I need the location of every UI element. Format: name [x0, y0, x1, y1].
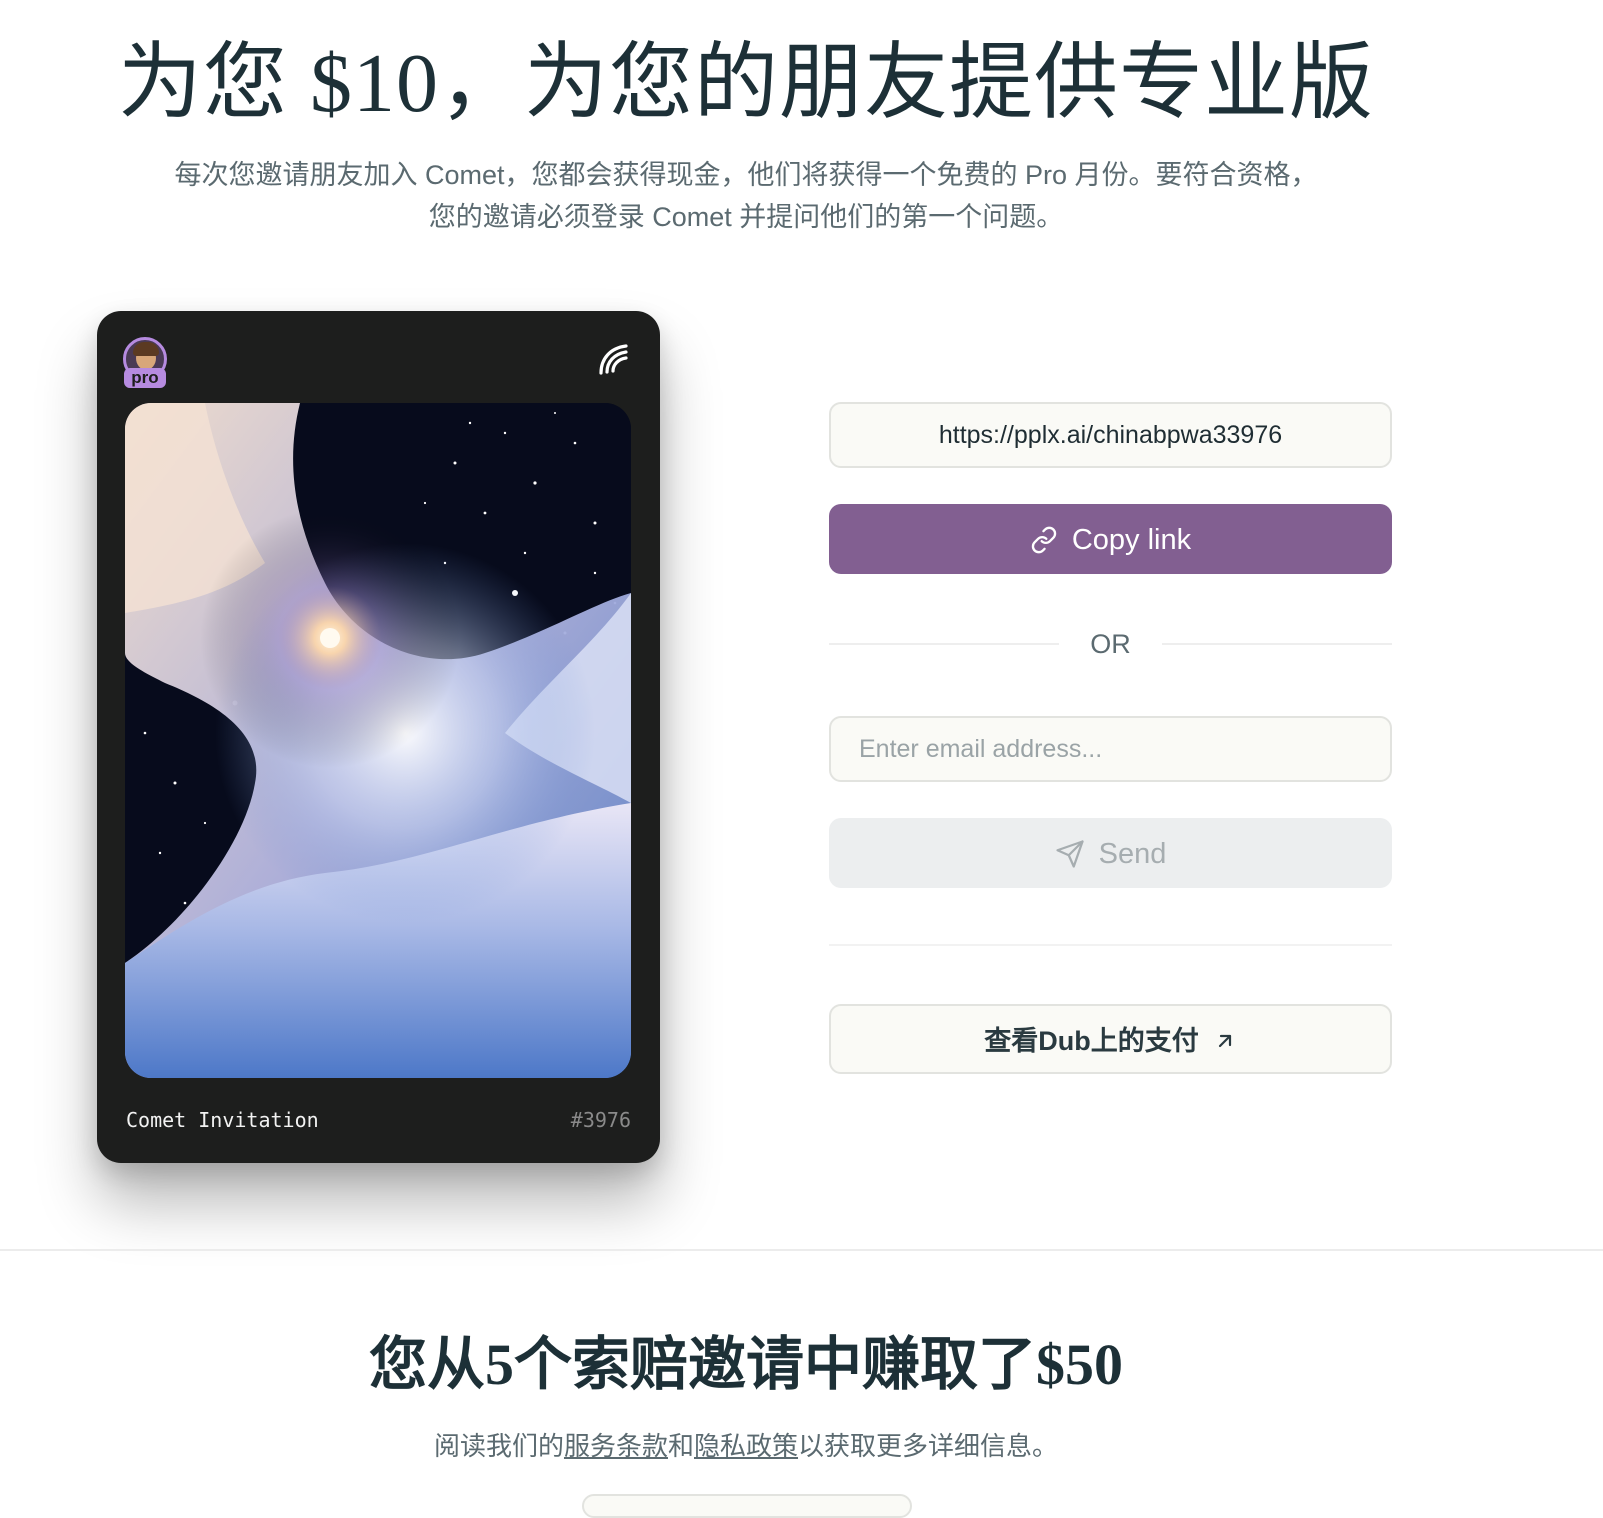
- or-separator: OR: [829, 626, 1392, 662]
- view-payouts-label: 查看Dub上的支付: [984, 1025, 1199, 1056]
- page-divider: [0, 1249, 1603, 1251]
- or-label: OR: [1090, 629, 1131, 659]
- terms-and: 和: [667, 1431, 694, 1461]
- email-input[interactable]: [829, 716, 1392, 782]
- copy-link-label: Copy link: [1071, 524, 1192, 557]
- send-icon: [1056, 840, 1084, 868]
- arrow-up-right-icon: [1218, 1034, 1231, 1047]
- section-divider: [829, 944, 1392, 946]
- cosmic-clouds-image: [125, 403, 631, 1078]
- send-label: Send: [1098, 838, 1167, 871]
- page-title: 为您 $10，为您的朋友提供专业版: [117, 37, 1374, 130]
- terms-of-service-link[interactable]: 服务条款: [564, 1431, 668, 1461]
- earnings-title: 您从5个索赔邀请中赚取了$50: [368, 1332, 1123, 1397]
- page-subtitle: 每次您邀请朋友加入 Comet，您都会获得现金，他们将获得一个免费的 Pro 月…: [174, 160, 1318, 232]
- copy-link-button[interactable]: Copy link: [829, 504, 1392, 574]
- card-number: #3976: [570, 1108, 631, 1132]
- invitation-card: pro Comet Invitation #3976: [97, 311, 660, 1163]
- comet-logo-icon: [599, 344, 628, 375]
- referral-link-field[interactable]: https://pplx.ai/chinabpwa33976: [829, 402, 1392, 468]
- link-icon: [1031, 527, 1057, 554]
- terms-suffix: 以获取更多详细信息。: [798, 1431, 1059, 1461]
- terms-prefix: 阅读我们的: [433, 1431, 564, 1461]
- bottom-button-partial[interactable]: [582, 1494, 912, 1518]
- pro-badge: pro: [124, 368, 166, 388]
- terms-notice: 阅读我们的服务条款和隐私政策以获取更多详细信息。: [0, 1428, 1492, 1464]
- send-button[interactable]: Send: [829, 818, 1392, 888]
- card-title: Comet Invitation: [126, 1108, 319, 1132]
- privacy-policy-link[interactable]: 隐私政策: [694, 1431, 798, 1461]
- view-payouts-button[interactable]: 查看Dub上的支付: [829, 1004, 1392, 1074]
